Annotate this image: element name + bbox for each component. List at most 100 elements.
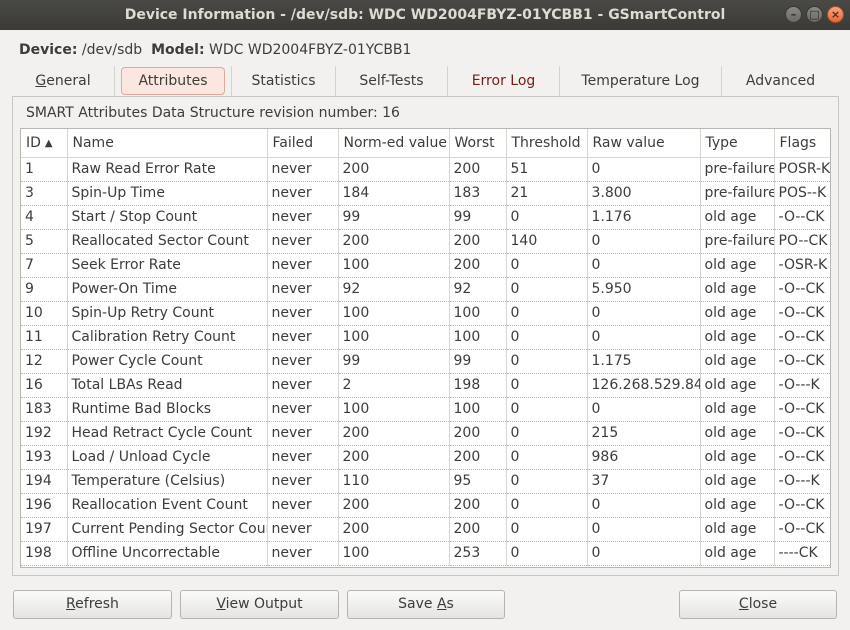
table-row[interactable]: 4 Start / Stop Count never 99 99 0 1.176 old ag… (21, 205, 830, 230)
cell-normed-value: 200 (338, 157, 450, 182)
tab-error-log[interactable]: Error Log (448, 66, 560, 96)
cell-name: Calibration Retry Count (67, 325, 268, 350)
revision-number-text: SMART Attributes Data Structure revision… (26, 105, 400, 121)
tab-self-tests[interactable]: Self-Tests (336, 66, 448, 96)
cell-worst: 200 (449, 421, 507, 446)
cell-type: old age (700, 421, 775, 446)
close-button[interactable]: Close (679, 590, 837, 619)
cell-name: Spin-Up Retry Count (67, 301, 268, 326)
column-header-type[interactable]: Type (700, 129, 775, 158)
table-row[interactable]: 12 Power Cycle Count never 99 99 0 1.175 old ag… (21, 349, 830, 374)
table-row[interactable]: 194 Temperature (Celsius) never 110 95 0 37 old… (21, 469, 830, 494)
cell-id: 3 (21, 181, 68, 206)
cell-failed: never (267, 469, 339, 494)
table-row[interactable]: 192 Head Retract Cycle Count never 200 200 0 2… (21, 421, 830, 446)
cell-worst: 253 (449, 541, 507, 566)
cell-normed-value: 100 (338, 541, 450, 566)
table-row[interactable]: 196 Reallocation Event Count never 200 200 0 0… (21, 493, 830, 518)
cell-normed-value: 110 (338, 469, 450, 494)
cell-threshold: 21 (506, 181, 588, 206)
cell-failed: never (267, 157, 339, 182)
column-header-worst[interactable]: Worst (449, 129, 507, 158)
column-header-name[interactable]: Name (67, 129, 268, 158)
cell-raw-value: 37 (587, 469, 701, 494)
column-header-threshold[interactable]: Threshold (506, 129, 588, 158)
table-row[interactable]: 198 Offline Uncorrectable never 100 253 0 0 old… (21, 541, 830, 566)
table-row[interactable]: 5 Reallocated Sector Count never 200 200 140 0… (21, 229, 830, 254)
title-bar[interactable]: Device Information - /dev/sdb: WDC WD200… (0, 0, 850, 30)
cell-raw-value: 215 (587, 421, 701, 446)
save-as-button[interactable]: Save As (347, 590, 505, 619)
column-header-failed[interactable]: Failed (267, 129, 339, 158)
tab-statistics[interactable]: Statistics (232, 66, 336, 96)
cell-worst: 200 (449, 229, 507, 254)
table-row[interactable]: 9 Power-On Time never 92 92 0 5.950 old age -O--… (21, 277, 830, 302)
cell-failed: never (267, 277, 339, 302)
gsmartcontrol-window: Device Information - /dev/sdb: WDC WD200… (0, 0, 850, 630)
cell-name: Current Pending Sector Count (67, 517, 268, 542)
table-row[interactable]: 10 Spin-Up Retry Count never 100 100 0 0 old ag… (21, 301, 830, 326)
cell-threshold: 0 (506, 253, 588, 278)
cell-failed: never (267, 181, 339, 206)
table-row[interactable]: 1 Raw Read Error Rate never 200 200 51 0 pre-fa… (21, 157, 830, 182)
cell-name: Power-On Time (67, 277, 268, 302)
cell-flags: -O--CK (774, 349, 830, 374)
device-label: Device: (19, 42, 78, 58)
table-row[interactable]: 16 Total LBAs Read never 2 198 0 126.268.529.8… (21, 373, 830, 398)
maximize-icon[interactable]: □ (806, 6, 823, 23)
cell-flags: -O---K (774, 469, 830, 494)
cell-flags: -O--CK (774, 325, 830, 350)
column-header-normed-value[interactable]: Norm-ed value (338, 129, 450, 158)
tab-advanced[interactable]: Advanced (722, 66, 839, 96)
tab-temperature-log[interactable]: Temperature Log (560, 66, 722, 96)
tab-general[interactable]: General (12, 66, 115, 96)
cell-flags: -O--CK (774, 421, 830, 446)
table-row[interactable]: 7 Seek Error Rate never 100 200 0 0 old age -OSR… (21, 253, 830, 278)
cell-worst: 183 (449, 181, 507, 206)
column-header-id[interactable]: ID ▲ (21, 129, 68, 158)
table-row[interactable]: 183 Runtime Bad Blocks never 100 100 0 0 old ag… (21, 397, 830, 422)
cell-flags: PO--CK (774, 229, 830, 254)
cell-id: 10 (21, 301, 68, 326)
cell-name: Offline Uncorrectable (67, 541, 268, 566)
cell-normed-value: 200 (338, 421, 450, 446)
cell-worst: 99 (449, 349, 507, 374)
close-icon[interactable]: × (827, 6, 844, 23)
cell-worst: 100 (449, 397, 507, 422)
view-output-button[interactable]: View Output (180, 590, 339, 619)
table-row[interactable]: 197 Current Pending Sector Count never 200 2… (21, 517, 830, 542)
table-row[interactable]: 193 Load / Unload Cycle never 200 200 0 986 old… (21, 445, 830, 470)
tab-general-label: eneral (46, 73, 91, 89)
attributes-table-container[interactable]: ID ▲ Name Failed Norm-ed value Worst Thre… (20, 128, 831, 568)
cell-raw-value: 1.176 (587, 205, 701, 230)
cell-id: 197 (21, 517, 68, 542)
attributes-table: ID ▲ Name Failed Norm-ed value Worst Thre… (21, 129, 830, 566)
cell-raw-value: 5.950 (587, 277, 701, 302)
cell-type: old age (700, 517, 775, 542)
cell-worst: 200 (449, 493, 507, 518)
cell-flags: -O--CK (774, 493, 830, 518)
cell-flags: POS--K (774, 181, 830, 206)
cell-name: Start / Stop Count (67, 205, 268, 230)
cell-failed: never (267, 517, 339, 542)
tab-attributes-label: Attributes (121, 67, 225, 95)
attributes-panel: SMART Attributes Data Structure revision… (12, 96, 839, 576)
cell-name: Runtime Bad Blocks (67, 397, 268, 422)
cell-worst: 200 (449, 253, 507, 278)
cell-worst: 198 (449, 373, 507, 398)
refresh-button[interactable]: Refresh (13, 590, 172, 619)
column-header-flags[interactable]: Flags (774, 129, 830, 158)
cell-normed-value: 100 (338, 301, 450, 326)
window-controls: – □ × (785, 6, 844, 23)
minimize-icon[interactable]: – (785, 6, 802, 23)
cell-threshold: 0 (506, 421, 588, 446)
table-row[interactable]: 11 Calibration Retry Count never 100 100 0 0 ol… (21, 325, 830, 350)
table-row[interactable]: 3 Spin-Up Time never 184 183 21 3.800 pre-failu… (21, 181, 830, 206)
tab-attributes[interactable]: Attributes (115, 66, 232, 96)
cell-worst: 200 (449, 157, 507, 182)
cell-threshold: 0 (506, 277, 588, 302)
column-header-raw-value[interactable]: Raw value (587, 129, 701, 158)
cell-id: 193 (21, 445, 68, 470)
cell-failed: never (267, 229, 339, 254)
cell-id: 16 (21, 373, 68, 398)
